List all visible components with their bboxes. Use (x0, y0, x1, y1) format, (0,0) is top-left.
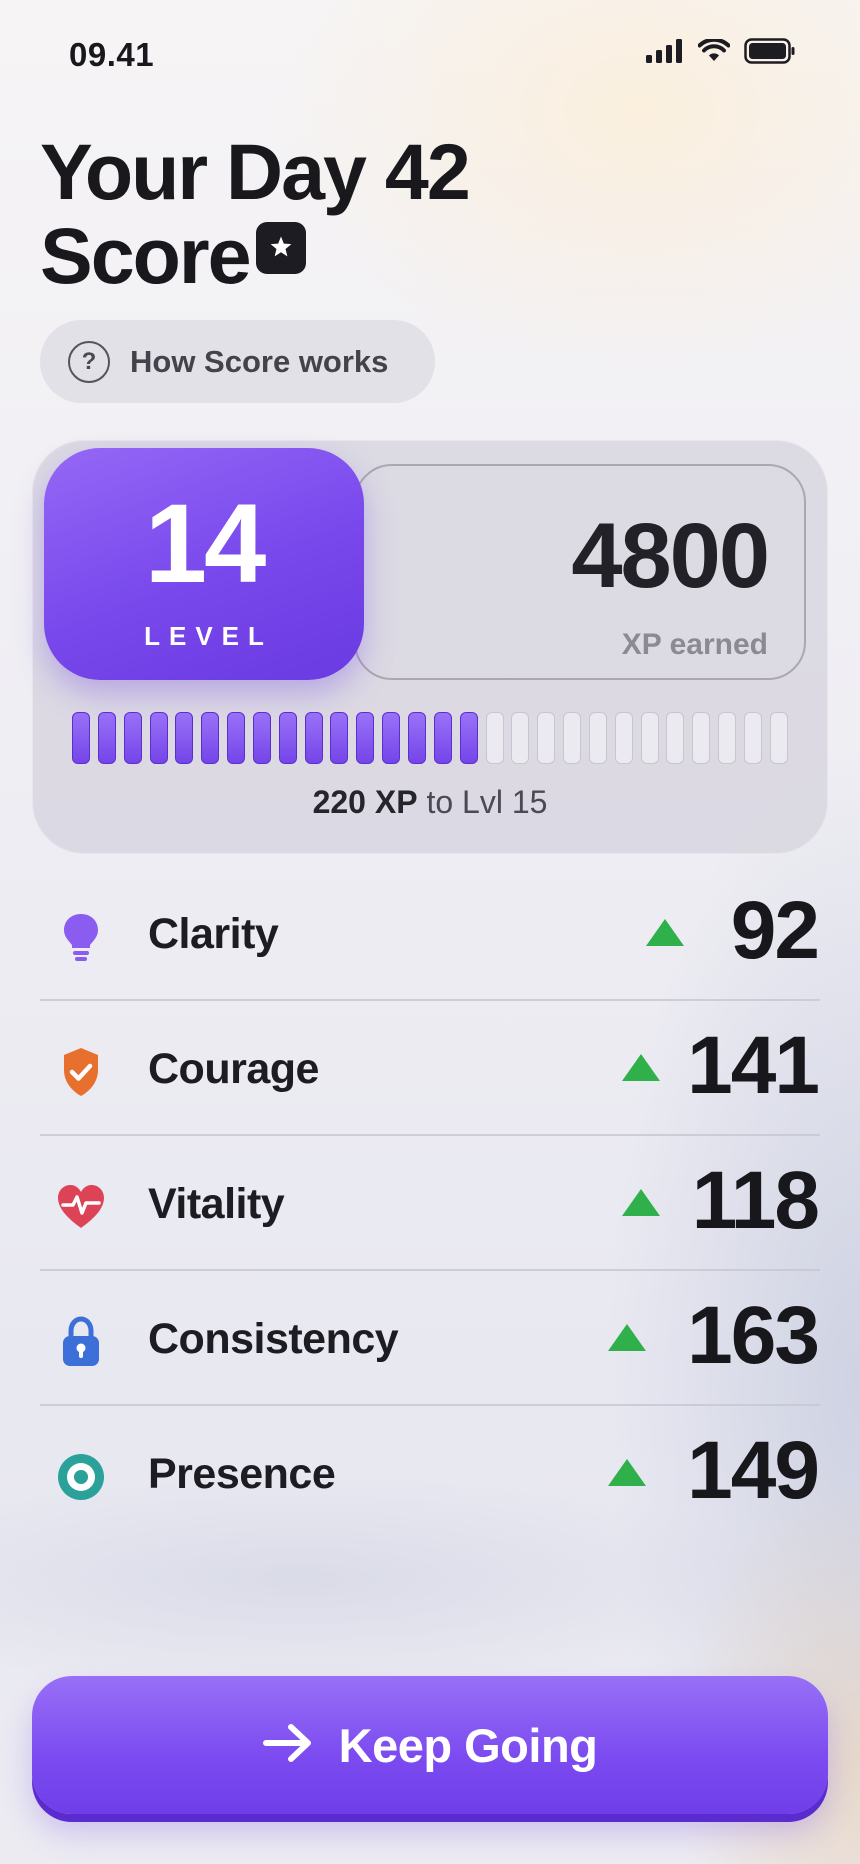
xp-label: XP earned (621, 628, 768, 661)
star-badge-icon (255, 222, 306, 274)
progress-segment-empty (614, 712, 633, 764)
level-badge: 14 LEVEL (44, 448, 364, 680)
progress-segment-filled (407, 712, 426, 764)
progress-segment-empty (743, 712, 762, 764)
trend-up-icon (622, 1054, 660, 1081)
progress-segment-filled (123, 712, 142, 764)
progress-segment-empty (563, 712, 582, 764)
stat-value: 163 (687, 1290, 820, 1381)
question-icon: ? (68, 340, 110, 383)
progress-segment-filled (252, 712, 271, 764)
progress-segment-empty (588, 712, 607, 764)
trend-up-icon (622, 1189, 660, 1216)
progress-segment-filled (97, 712, 116, 764)
xp-value: 4800 (571, 505, 770, 607)
status-icons (646, 37, 796, 69)
stat-value: 118 (691, 1155, 820, 1246)
progress-segment-empty (718, 712, 737, 764)
progress-segment-empty (640, 712, 659, 764)
stat-row-consistency: Consistency 163 (40, 1271, 820, 1406)
progress-segment-empty (485, 712, 504, 764)
lock-icon (54, 1315, 108, 1369)
progress-segment-filled (72, 712, 90, 764)
progress-segment-empty (692, 712, 711, 764)
xp-earned-box: 4800 XP earned (354, 464, 806, 680)
progress-segment-filled (304, 712, 323, 764)
status-bar: 09.41 (0, 0, 860, 110)
level-card: 14 LEVEL 4800 XP earned 220 XP to Lvl 15 (32, 440, 828, 854)
trend-up-icon (646, 919, 684, 946)
trend-up-icon (608, 1324, 646, 1351)
progress-segment-filled (278, 712, 297, 764)
stat-value: 92 (730, 885, 820, 976)
progress-segment-filled (201, 712, 220, 764)
progress-segment-filled (227, 712, 246, 764)
trend-up-icon (608, 1459, 646, 1486)
level-label: LEVEL (144, 621, 273, 651)
how-score-works-button[interactable]: ? How Score works (40, 320, 435, 403)
stat-value: 141 (687, 1020, 820, 1111)
cellular-signal-icon (646, 39, 684, 68)
status-time: 09.41 (69, 36, 155, 73)
stat-row-courage: Courage 141 (40, 1001, 820, 1136)
stat-row-vitality: Vitality 118 (40, 1136, 820, 1271)
xp-progress-bar (72, 712, 788, 764)
progress-segment-filled (149, 712, 168, 764)
progress-segment-filled (459, 712, 478, 764)
stat-value: 149 (687, 1425, 820, 1516)
stat-row-clarity: Clarity 92 (40, 866, 820, 1001)
keep-going-label: Keep Going (338, 1718, 598, 1772)
stat-label: Courage (148, 1045, 319, 1093)
stat-label: Vitality (148, 1180, 285, 1228)
progress-segment-filled (382, 712, 401, 764)
progress-segment-empty (511, 712, 530, 764)
target-icon (54, 1450, 108, 1504)
next-level-text: 220 XP to Lvl 15 (32, 784, 828, 821)
lightbulb-icon (54, 910, 108, 964)
stat-label: Consistency (148, 1315, 399, 1363)
next-level-label: to Lvl 15 (426, 784, 548, 820)
progress-segment-empty (666, 712, 685, 764)
page-title-line1: Your Day 42 (40, 127, 471, 216)
progress-segment-filled (330, 712, 349, 764)
progress-segment-filled (356, 712, 375, 764)
keep-going-button[interactable]: Keep Going (32, 1676, 828, 1814)
how-score-works-label: How Score works (130, 343, 389, 379)
progress-segment-empty (769, 712, 788, 764)
stat-label: Clarity (148, 910, 279, 958)
next-level-xp: 220 XP (312, 784, 418, 820)
shield-check-icon (54, 1045, 108, 1099)
progress-segment-filled (175, 712, 194, 764)
stat-label: Presence (148, 1450, 336, 1498)
progress-segment-empty (537, 712, 556, 764)
level-number: 14 (144, 481, 267, 606)
progress-segment-filled (433, 712, 452, 764)
heart-pulse-icon (54, 1180, 108, 1234)
page-title: Your Day 42 Score (40, 127, 471, 300)
wifi-icon (697, 37, 731, 68)
battery-icon (744, 38, 796, 69)
arrow-right-icon (262, 1723, 313, 1768)
stat-row-presence: Presence 149 (40, 1406, 820, 1539)
stats-list: Clarity 92 Courage 141 Vitality 118 Cons… (40, 866, 820, 1539)
page-title-line2: Score (40, 211, 252, 300)
